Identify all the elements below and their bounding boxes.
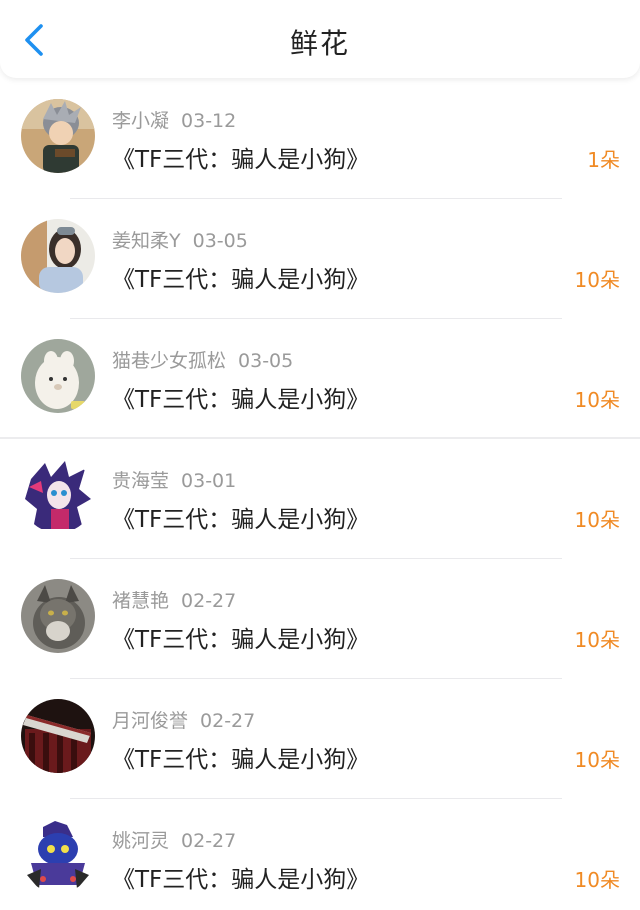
flower-count: 10朵 <box>574 748 620 772</box>
send-date: 02-27 <box>200 710 256 732</box>
send-date: 02-27 <box>181 590 237 612</box>
divider <box>0 437 640 439</box>
list-item[interactable]: 姚河灵 02-27 《TF三代：骗人是小狗》 10朵 <box>0 800 640 910</box>
sender-name: 褚慧艳 <box>112 590 170 612</box>
book-title: 《TF三代：骗人是小狗》 <box>112 627 370 653</box>
sender-meta: 李小凝 03-12 <box>112 106 236 133</box>
sender-meta: 月河俊誉 02-27 <box>112 706 255 733</box>
list-item[interactable]: 褚慧艳 02-27 《TF三代：骗人是小狗》 10朵 <box>0 560 640 680</box>
top-nav-bar: 鲜花 <box>0 0 640 78</box>
sender-name: 猫巷少女孤松 <box>112 350 227 372</box>
book-title: 《TF三代：骗人是小狗》 <box>112 387 370 413</box>
send-date: 03-12 <box>181 110 237 132</box>
page-title: 鲜花 <box>289 27 350 60</box>
sender-meta: 猫巷少女孤松 03-05 <box>112 346 293 373</box>
flower-count: 10朵 <box>574 388 620 412</box>
sender-meta: 贵海莹 03-01 <box>112 466 236 493</box>
avatar[interactable] <box>21 699 95 773</box>
book-title: 《TF三代：骗人是小狗》 <box>112 267 370 293</box>
flower-count: 1朵 <box>587 148 620 172</box>
sender-name: 贵海莹 <box>112 470 170 492</box>
avatar[interactable] <box>21 819 95 893</box>
send-date: 03-05 <box>238 350 294 372</box>
avatar[interactable] <box>21 99 95 173</box>
book-title: 《TF三代：骗人是小狗》 <box>112 747 370 773</box>
sender-name: 姜知柔Y <box>112 230 181 252</box>
flowers-screen: 鲜花 李小凝 03-12 《TF三代：骗人是小狗》 1朵 姜知柔Y 03-05 … <box>0 0 640 910</box>
book-title: 《TF三代：骗人是小狗》 <box>112 147 370 173</box>
flower-count: 10朵 <box>574 628 620 652</box>
list-item[interactable]: 李小凝 03-12 《TF三代：骗人是小狗》 1朵 <box>0 80 640 200</box>
divider <box>70 798 562 799</box>
list-item[interactable]: 贵海莹 03-01 《TF三代：骗人是小狗》 10朵 <box>0 440 640 560</box>
list-item[interactable]: 月河俊誉 02-27 《TF三代：骗人是小狗》 10朵 <box>0 680 640 800</box>
send-date: 03-05 <box>192 230 248 252</box>
divider <box>70 318 562 319</box>
flower-list: 李小凝 03-12 《TF三代：骗人是小狗》 1朵 姜知柔Y 03-05 《TF… <box>0 80 640 910</box>
sender-name: 月河俊誉 <box>112 710 189 732</box>
sender-name: 李小凝 <box>112 110 170 132</box>
flower-count: 10朵 <box>574 868 620 892</box>
avatar[interactable] <box>21 219 95 293</box>
list-item[interactable]: 猫巷少女孤松 03-05 《TF三代：骗人是小狗》 10朵 <box>0 320 640 440</box>
sender-name: 姚河灵 <box>112 830 170 852</box>
divider <box>70 678 562 679</box>
divider <box>70 558 562 559</box>
book-title: 《TF三代：骗人是小狗》 <box>112 867 370 893</box>
avatar[interactable] <box>21 339 95 413</box>
send-date: 03-01 <box>181 470 237 492</box>
flower-count: 10朵 <box>574 508 620 532</box>
sender-meta: 姜知柔Y 03-05 <box>112 226 248 253</box>
book-title: 《TF三代：骗人是小狗》 <box>112 507 370 533</box>
avatar[interactable] <box>21 459 95 533</box>
sender-meta: 褚慧艳 02-27 <box>112 586 236 613</box>
sender-meta: 姚河灵 02-27 <box>112 826 236 853</box>
avatar[interactable] <box>21 579 95 653</box>
send-date: 02-27 <box>181 830 237 852</box>
divider <box>70 198 562 199</box>
flower-count: 10朵 <box>574 268 620 292</box>
list-item[interactable]: 姜知柔Y 03-05 《TF三代：骗人是小狗》 10朵 <box>0 200 640 320</box>
